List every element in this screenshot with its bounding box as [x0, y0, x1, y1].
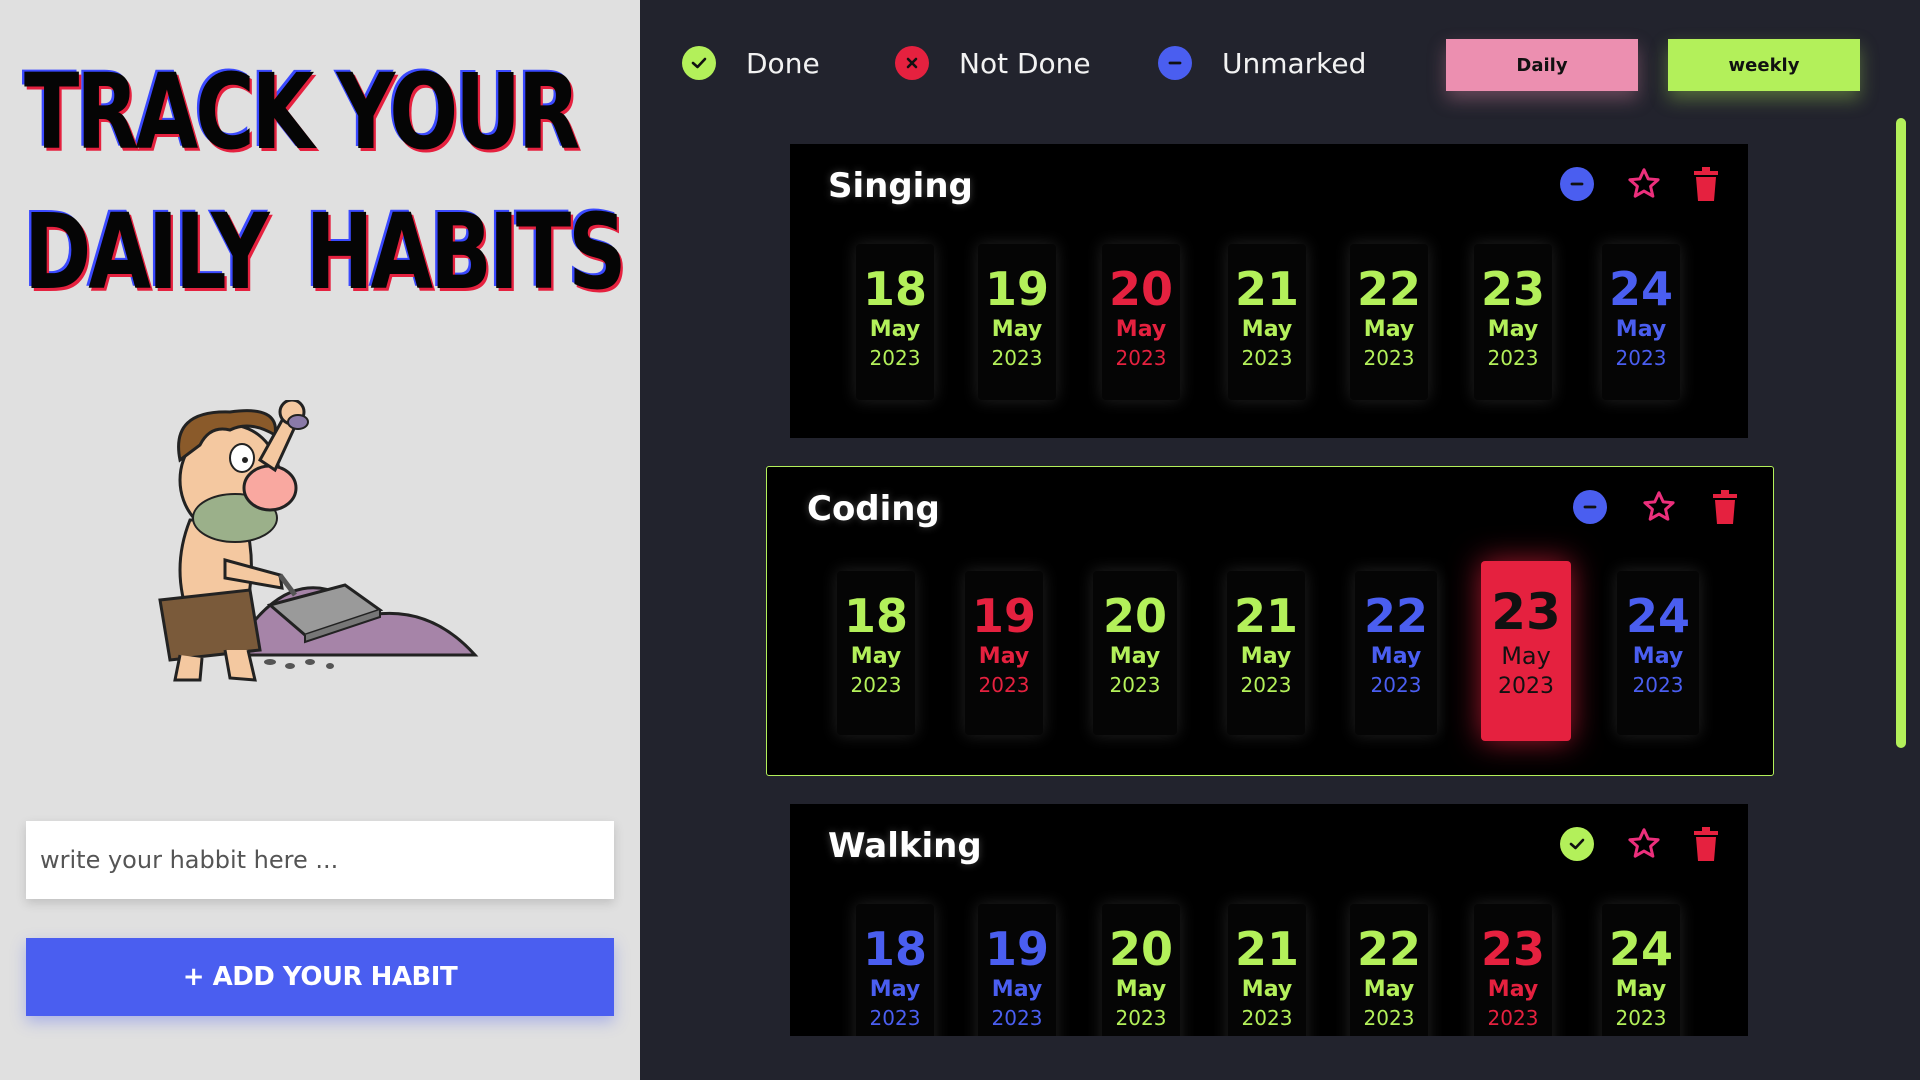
habit-title: Coding — [807, 489, 940, 529]
day-cell-selected[interactable]: 23 May 2023 — [1481, 561, 1571, 741]
day-cell[interactable]: 21 May 2023 — [1228, 244, 1306, 400]
legend-unmarked: Unmarked — [1158, 46, 1366, 80]
tab-daily[interactable]: Daily — [1446, 39, 1638, 91]
caveman-illustration — [158, 400, 479, 682]
legend-done-label: Done — [746, 46, 820, 80]
star-icon[interactable] — [1626, 826, 1662, 862]
star-icon[interactable] — [1626, 166, 1662, 202]
minus-icon[interactable] — [1560, 167, 1594, 201]
day-cell[interactable]: 19 May 2023 — [978, 904, 1056, 1036]
day-cell[interactable]: 23 May 2023 — [1474, 904, 1552, 1036]
legend-unmarked-label: Unmarked — [1222, 46, 1367, 80]
day-cell[interactable]: 21 May 2023 — [1228, 904, 1306, 1036]
x-icon — [895, 46, 929, 80]
day-cell[interactable]: 20 May 2023 — [1102, 904, 1180, 1036]
trash-icon[interactable] — [1692, 827, 1720, 861]
day-cell[interactable]: 24 May 2023 — [1602, 244, 1680, 400]
day-cell[interactable]: 21 May 2023 — [1227, 571, 1305, 735]
habit-card-coding: Coding 18 May 2023 19 May 2023 20 May 20… — [766, 466, 1774, 776]
day-cell[interactable]: 24 May 2023 — [1617, 571, 1699, 735]
tab-weekly[interactable]: weekly — [1668, 39, 1860, 91]
scrollbar[interactable] — [1896, 118, 1906, 748]
day-cell[interactable]: 20 May 2023 — [1093, 571, 1177, 735]
legend-not-done-label: Not Done — [959, 46, 1091, 80]
left-panel: TRACK YOUR DAILY HABITS write your habbi… — [0, 0, 640, 1080]
star-icon[interactable] — [1641, 489, 1677, 525]
day-cell[interactable]: 22 May 2023 — [1350, 244, 1428, 400]
habit-card-singing: Singing 18 May 2023 19 May 2023 20 May 2… — [790, 144, 1748, 438]
headline-line-1: TRACK YOUR — [24, 51, 580, 173]
habit-list: Singing 18 May 2023 19 May 2023 20 May 2… — [640, 130, 1890, 1036]
minus-icon[interactable] — [1573, 490, 1607, 524]
day-cell[interactable]: 24 May 2023 — [1602, 904, 1680, 1036]
day-cell[interactable]: 19 May 2023 — [978, 244, 1056, 400]
trash-icon[interactable] — [1711, 490, 1739, 524]
legend-not-done: Not Done — [895, 46, 1091, 80]
add-habit-button[interactable]: + ADD YOUR HABIT — [26, 938, 614, 1016]
check-icon[interactable] — [1560, 827, 1594, 861]
habit-title: Singing — [828, 166, 973, 206]
headline-line-2: DAILY HABITS — [24, 191, 627, 313]
habit-title: Walking — [828, 826, 982, 866]
day-cell[interactable]: 20 May 2023 — [1102, 244, 1180, 400]
habit-input[interactable] — [26, 821, 614, 899]
legend-done: Done — [682, 46, 820, 80]
day-cell[interactable]: 22 May 2023 — [1355, 571, 1437, 735]
check-icon — [682, 46, 716, 80]
trash-icon[interactable] — [1692, 167, 1720, 201]
day-cell[interactable]: 19 May 2023 — [965, 571, 1043, 735]
day-cell[interactable]: 23 May 2023 — [1474, 244, 1552, 400]
day-cell[interactable]: 22 May 2023 — [1350, 904, 1428, 1036]
day-cell[interactable]: 18 May 2023 — [856, 904, 934, 1036]
minus-icon — [1158, 46, 1192, 80]
habit-card-walking: Walking 18 May 2023 19 May 2023 20 May 2… — [790, 804, 1748, 1036]
day-cell[interactable]: 18 May 2023 — [856, 244, 934, 400]
day-cell[interactable]: 18 May 2023 — [837, 571, 915, 735]
